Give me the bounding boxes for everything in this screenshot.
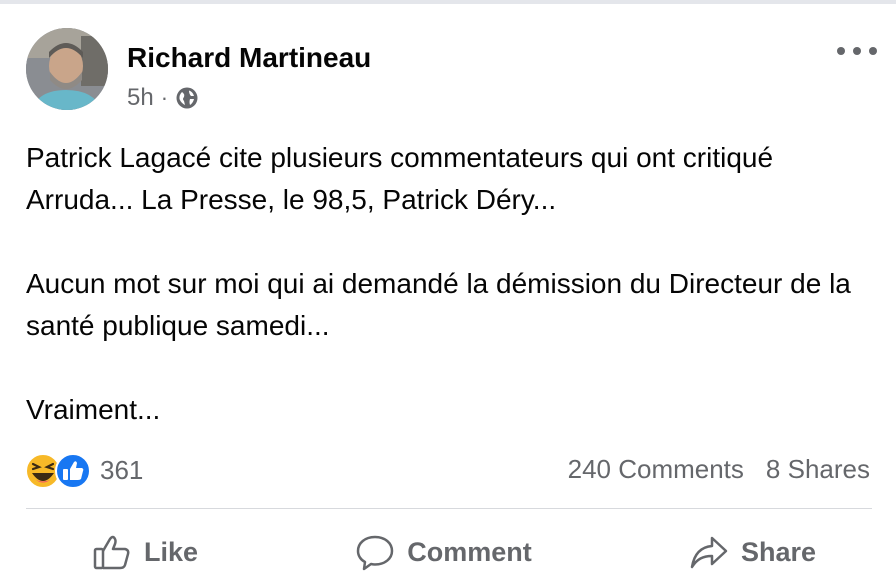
share-label: Share bbox=[740, 536, 816, 567]
engagement-stats: 240 Comments 8 Shares bbox=[568, 454, 870, 485]
comment-icon bbox=[356, 535, 394, 571]
post-meta: 5h · bbox=[127, 84, 199, 112]
reactions-summary[interactable]: 361 bbox=[24, 450, 143, 490]
post-paragraph: Aucun mot sur moi qui ai demandé la démi… bbox=[26, 268, 851, 341]
more-dot bbox=[869, 47, 877, 55]
share-button[interactable]: Share bbox=[689, 522, 816, 582]
author-name[interactable]: Richard Martineau bbox=[127, 42, 371, 74]
post-paragraph: Patrick Lagacé cite plusieurs commentate… bbox=[26, 142, 774, 215]
reaction-count: 361 bbox=[100, 454, 144, 485]
post-actions: Like Comment Share bbox=[26, 522, 872, 582]
like-reaction-icon bbox=[55, 453, 91, 489]
comments-count[interactable]: 240 Comments bbox=[568, 454, 744, 485]
post-header: Richard Martineau 5h · bbox=[26, 28, 877, 112]
share-icon bbox=[690, 536, 728, 569]
like-button[interactable]: Like bbox=[92, 522, 198, 582]
top-divider bbox=[0, 0, 896, 4]
globe-icon bbox=[176, 87, 198, 109]
reaction-icons bbox=[24, 451, 92, 489]
post-text: Patrick Lagacé cite plusieurs commentate… bbox=[26, 137, 866, 431]
shares-count[interactable]: 8 Shares bbox=[766, 454, 870, 485]
like-label: Like bbox=[144, 536, 199, 567]
haha-reaction-icon bbox=[25, 453, 61, 489]
post-time[interactable]: 5h bbox=[127, 84, 154, 112]
post-paragraph: Vraiment... bbox=[26, 394, 161, 425]
more-options-icon[interactable] bbox=[837, 40, 877, 62]
avatar[interactable] bbox=[26, 28, 108, 110]
more-dot bbox=[853, 47, 861, 55]
like-icon bbox=[93, 535, 130, 570]
post-stats: 361 240 Comments 8 Shares bbox=[24, 450, 870, 490]
reaction-icons-graphic bbox=[25, 453, 91, 489]
more-dot bbox=[837, 47, 845, 55]
meta-separator: · bbox=[160, 85, 169, 110]
avatar-photo bbox=[26, 28, 108, 110]
actions-divider bbox=[26, 508, 872, 509]
comment-button[interactable]: Comment bbox=[355, 522, 532, 582]
comment-label: Comment bbox=[407, 536, 532, 567]
